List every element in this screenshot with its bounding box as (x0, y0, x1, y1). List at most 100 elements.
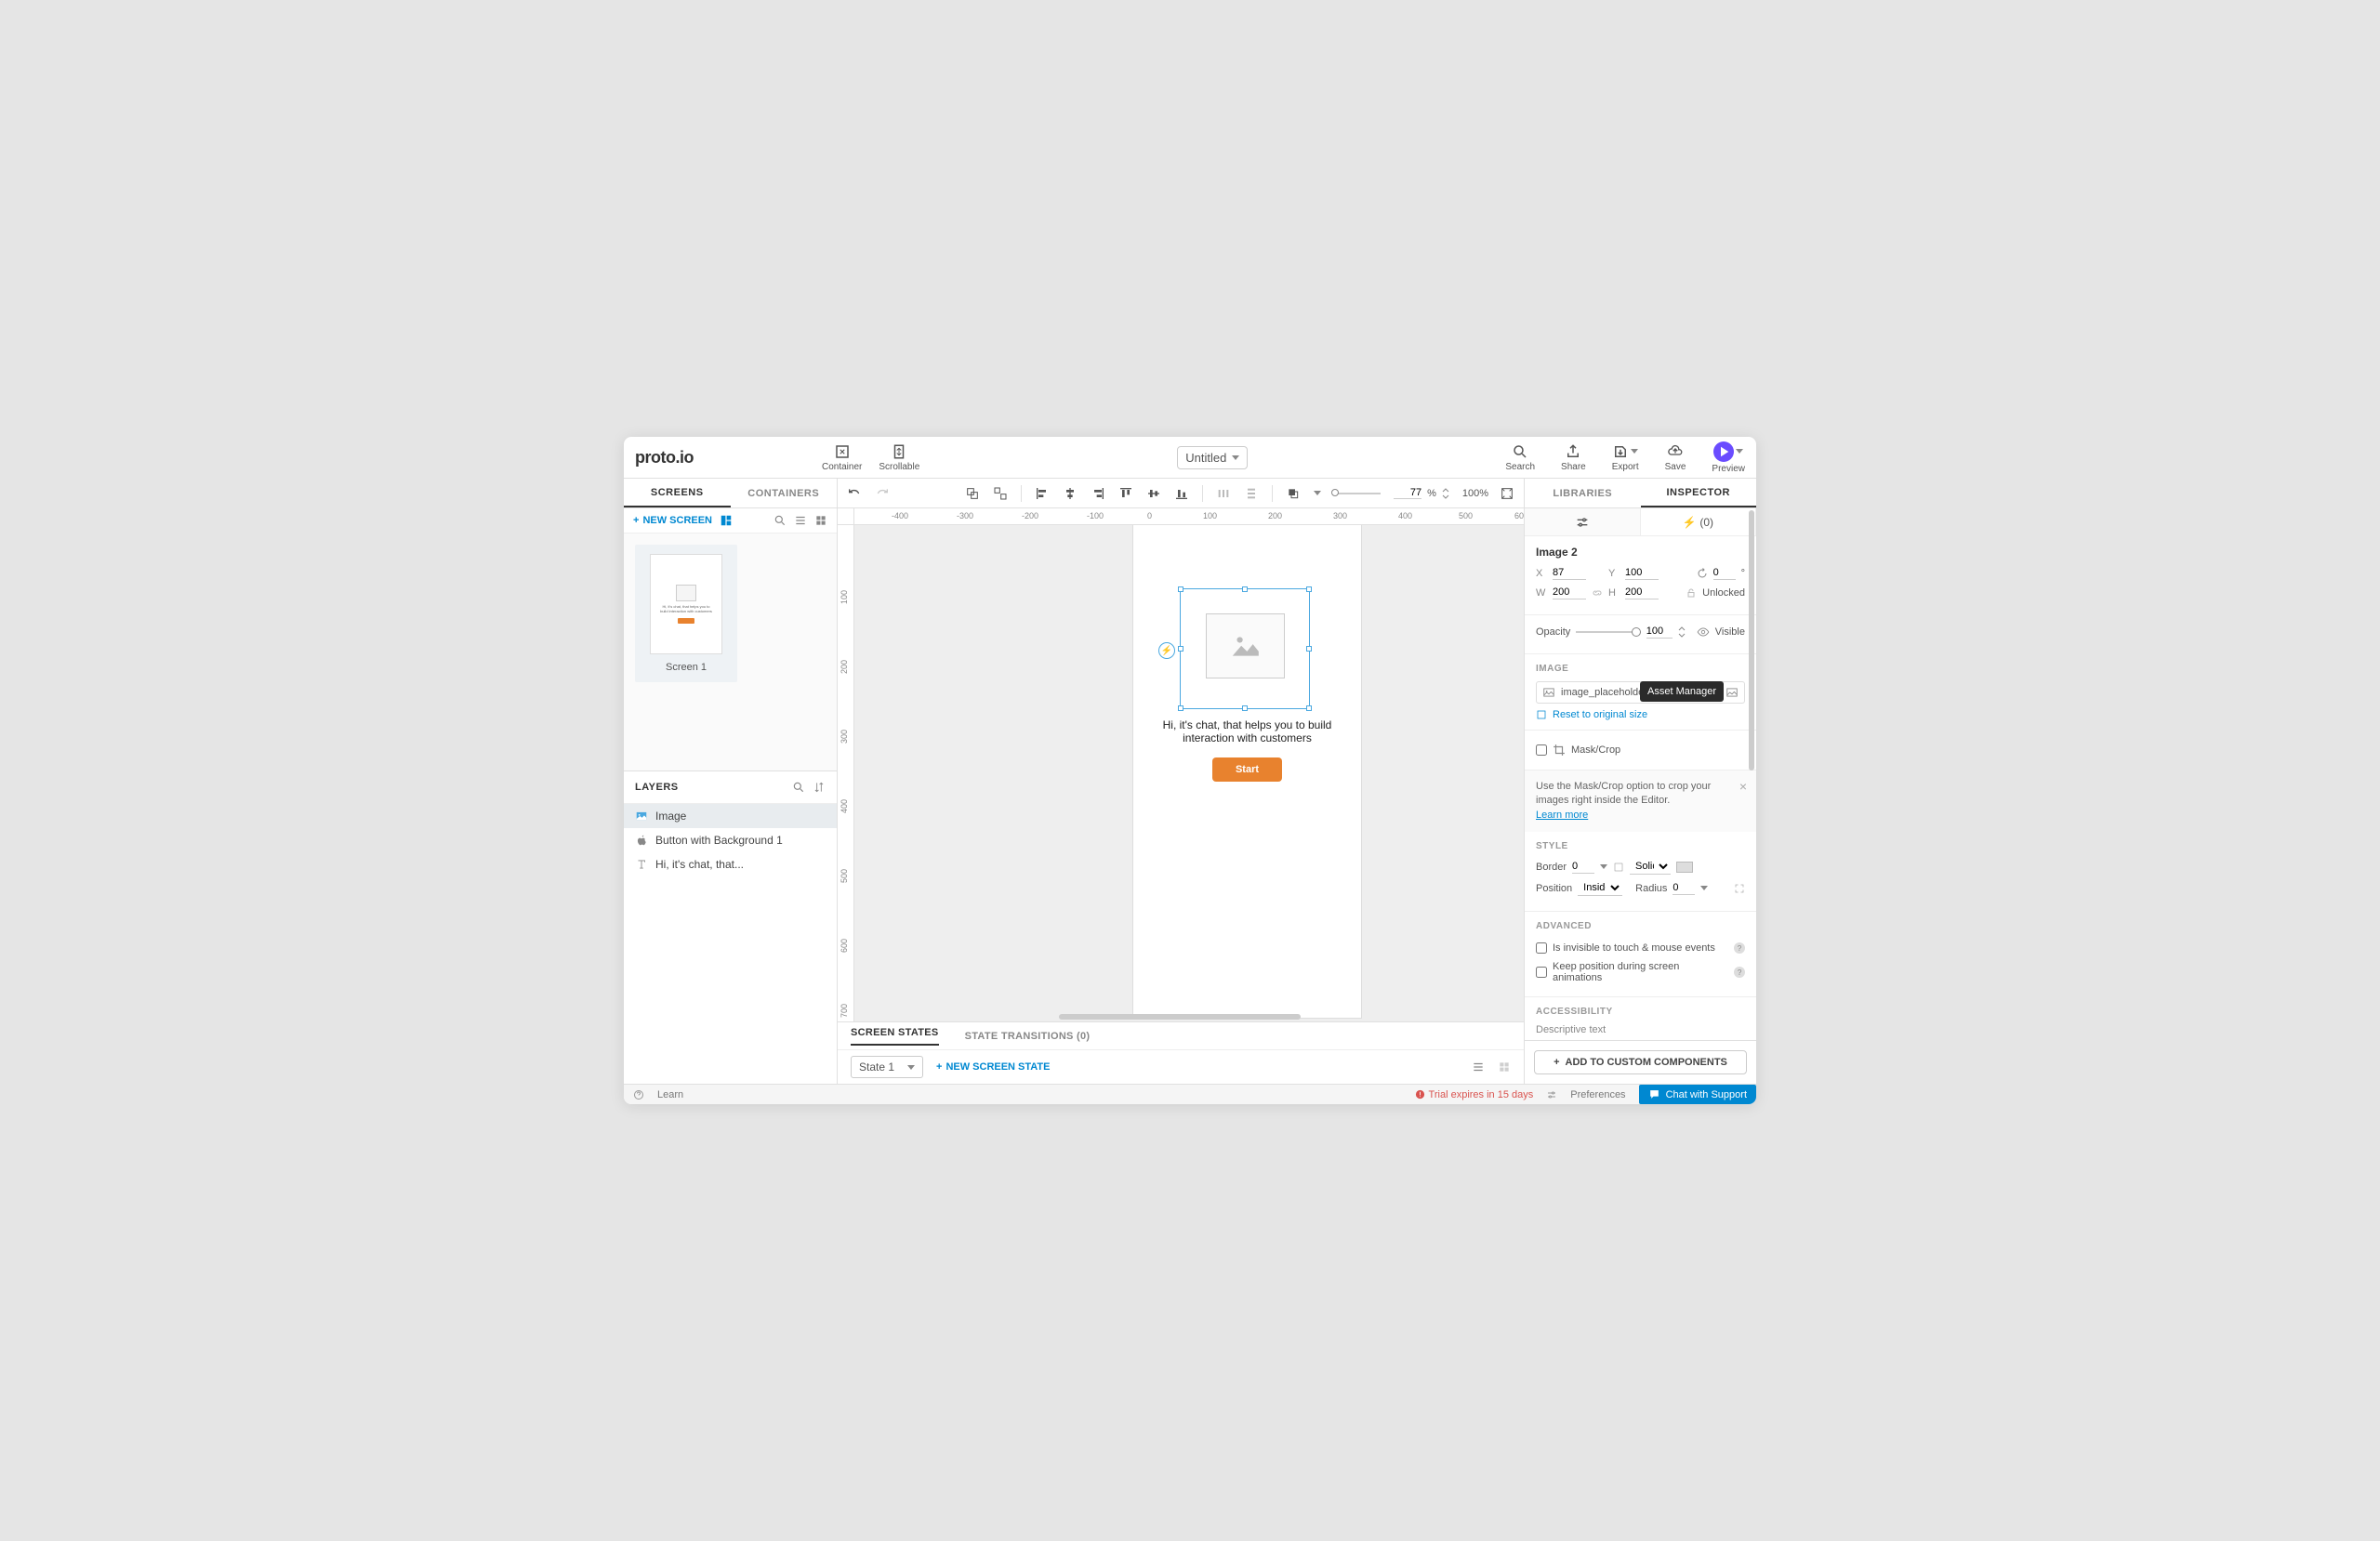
mask-crop-checkbox[interactable] (1536, 744, 1547, 756)
scrollable-label: Scrollable (879, 462, 919, 472)
export-button[interactable]: Export (1612, 443, 1639, 472)
template-icon[interactable] (720, 514, 733, 527)
interaction-badge-icon[interactable]: ⚡ (1158, 642, 1175, 659)
stepper-icon[interactable] (1442, 488, 1449, 499)
layer-button[interactable]: Button with Background 1 (624, 828, 837, 852)
expand-corners-icon[interactable] (1734, 883, 1745, 894)
x-input[interactable] (1553, 566, 1586, 580)
new-state-button[interactable]: + NEW SCREEN STATE (936, 1061, 1050, 1073)
subtab-interactions[interactable]: ⚡ (0) (1641, 508, 1757, 535)
reset-size-link[interactable]: Reset to original size (1553, 709, 1647, 720)
grid-view-icon[interactable] (1498, 1060, 1511, 1073)
list-view-icon[interactable] (794, 514, 807, 527)
chat-support-button[interactable]: Chat with Support (1639, 1085, 1756, 1104)
help-icon[interactable]: ? (1734, 942, 1745, 954)
align-top-icon[interactable] (1118, 486, 1133, 501)
project-title-select[interactable]: Untitled (1177, 446, 1248, 469)
eye-icon[interactable] (1697, 626, 1710, 639)
distribute-h-icon[interactable] (1216, 486, 1231, 501)
ungroup-icon[interactable] (993, 486, 1008, 501)
scrollable-tool[interactable]: Scrollable (879, 443, 919, 472)
layer-text[interactable]: Hi, it's chat, that... (624, 852, 837, 876)
group-icon[interactable] (965, 486, 980, 501)
search-icon[interactable] (792, 781, 805, 794)
zoom-input[interactable] (1394, 487, 1421, 499)
undo-icon[interactable] (847, 486, 862, 501)
border-color-swatch[interactable] (1676, 862, 1693, 873)
share-button[interactable]: Share (1561, 443, 1586, 472)
align-bottom-icon[interactable] (1174, 486, 1189, 501)
lightning-icon: ⚡ (1682, 516, 1696, 529)
grid-view-icon[interactable] (814, 514, 827, 527)
list-view-icon[interactable] (1472, 1060, 1485, 1073)
chevron-down-icon (907, 1065, 915, 1070)
align-center-h-icon[interactable] (1063, 486, 1078, 501)
fit-screen-icon[interactable] (1500, 486, 1514, 501)
opacity-slider[interactable] (1576, 631, 1640, 633)
border-position-select[interactable]: Inside (1578, 880, 1622, 896)
learn-link[interactable]: Learn (657, 1089, 683, 1100)
tab-inspector[interactable]: INSPECTOR (1641, 479, 1757, 507)
tab-libraries[interactable]: LIBRARIES (1525, 479, 1641, 507)
align-left-icon[interactable] (1035, 486, 1050, 501)
canvas-button-element[interactable]: Start (1212, 757, 1282, 782)
tab-screen-states[interactable]: SCREEN STATES (851, 1027, 939, 1046)
h-input[interactable] (1625, 586, 1659, 599)
w-input[interactable] (1553, 586, 1586, 599)
canvas-text-element[interactable]: Hi, it's chat, that helps you to build i… (1161, 718, 1333, 744)
radius-input[interactable] (1673, 881, 1695, 895)
sort-icon[interactable] (813, 781, 826, 794)
stepper-icon[interactable] (1678, 626, 1686, 638)
chevron-down-icon[interactable] (1700, 886, 1708, 890)
help-icon[interactable]: ? (1734, 967, 1745, 978)
horizontal-scrollbar[interactable] (1059, 1014, 1301, 1020)
save-button[interactable]: Save (1665, 443, 1686, 472)
zoom-slider[interactable] (1334, 493, 1381, 494)
add-custom-components-button[interactable]: + ADD TO CUSTOM COMPONENTS (1534, 1050, 1747, 1074)
tab-containers[interactable]: CONTAINERS (731, 479, 838, 507)
new-screen-button[interactable]: + NEW SCREEN (633, 515, 712, 526)
right-scrollbar[interactable] (1749, 510, 1754, 1037)
arrange-icon[interactable] (1286, 486, 1301, 501)
chevron-down-icon[interactable] (1600, 864, 1607, 869)
trial-warning[interactable]: Trial expires in 15 days (1415, 1089, 1534, 1100)
state-select[interactable]: State 1 (851, 1056, 923, 1078)
container-tool[interactable]: Container (822, 443, 862, 472)
preferences-icon[interactable] (1546, 1089, 1557, 1100)
screen-thumb-selected[interactable]: Hi, it's chat, that helps you tobuild in… (635, 545, 737, 682)
align-middle-icon[interactable] (1146, 486, 1161, 501)
zoom-100-button[interactable]: 100% (1462, 488, 1488, 499)
layer-image[interactable]: Image (624, 804, 837, 828)
opacity-input[interactable] (1646, 625, 1673, 639)
border-style-icon (1613, 862, 1624, 873)
search-icon[interactable] (774, 514, 787, 527)
tab-state-transitions[interactable]: STATE TRANSITIONS (0) (965, 1031, 1091, 1042)
invisible-touch-checkbox[interactable] (1536, 942, 1547, 954)
lock-icon[interactable] (1686, 587, 1697, 599)
preferences-link[interactable]: Preferences (1570, 1089, 1625, 1100)
tab-screens[interactable]: SCREENS (624, 479, 731, 507)
redo-icon[interactable] (875, 486, 890, 501)
distribute-v-icon[interactable] (1244, 486, 1259, 501)
canvas-viewport[interactable]: Screen 1: State 1 375×812 77% (854, 525, 1524, 1021)
subtab-properties[interactable] (1525, 508, 1641, 535)
layers-list: Image Button with Background 1 Hi, it's … (624, 804, 837, 1084)
keep-position-checkbox[interactable] (1536, 967, 1547, 978)
chevron-down-icon[interactable] (1314, 491, 1321, 495)
link-icon[interactable] (1592, 587, 1603, 599)
canvas-image-element[interactable] (1206, 613, 1285, 678)
close-icon[interactable]: × (1739, 778, 1747, 797)
style-section-label: STYLE (1536, 841, 1745, 851)
search-label: Search (1505, 462, 1535, 472)
border-width-input[interactable] (1572, 860, 1594, 874)
cloud-save-icon (1667, 443, 1684, 460)
align-right-icon[interactable] (1091, 486, 1105, 501)
y-input[interactable] (1625, 566, 1659, 580)
learn-more-link[interactable]: Learn more (1536, 810, 1588, 821)
help-icon[interactable] (633, 1089, 644, 1100)
preview-button[interactable]: Preview (1712, 441, 1745, 474)
asset-manager-icon[interactable] (1726, 686, 1739, 699)
search-button[interactable]: Search (1505, 443, 1535, 472)
border-style-select[interactable]: Solid (1630, 859, 1671, 875)
rotation-input[interactable] (1713, 566, 1736, 580)
